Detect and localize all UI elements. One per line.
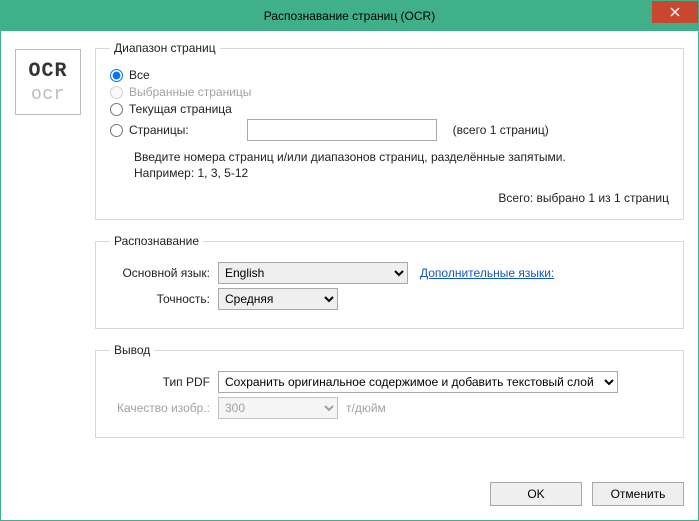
accuracy-select[interactable]: Средняя xyxy=(218,288,338,310)
quality-select: 300 xyxy=(218,397,338,419)
radio-all-label[interactable]: Все xyxy=(129,68,150,82)
cancel-button[interactable]: Отменить xyxy=(592,482,684,506)
radio-selected xyxy=(110,86,123,99)
radio-pages-label[interactable]: Страницы: xyxy=(129,123,189,137)
quality-unit: т/дюйм xyxy=(346,401,386,415)
pages-input[interactable] xyxy=(247,119,437,141)
ocr-icon: OCR ocr xyxy=(15,49,81,115)
pages-hint: Введите номера страниц и/или диапазонов … xyxy=(134,149,669,181)
recognition-group: Распознавание Основной язык: English Доп… xyxy=(95,234,684,329)
language-select[interactable]: English xyxy=(218,262,408,284)
radio-current[interactable] xyxy=(110,103,123,116)
icon-column: OCR ocr xyxy=(15,41,81,438)
close-button[interactable] xyxy=(652,1,698,23)
pdf-type-select[interactable]: Сохранить оригинальное содержимое и доба… xyxy=(218,371,618,393)
output-legend: Вывод xyxy=(110,343,154,357)
page-range-legend: Диапазон страниц xyxy=(110,41,220,55)
radio-current-label[interactable]: Текущая страница xyxy=(129,102,232,116)
accuracy-label: Точность: xyxy=(110,292,218,306)
recognition-legend: Распознавание xyxy=(110,234,203,248)
radio-all[interactable] xyxy=(110,69,123,82)
close-icon xyxy=(670,7,680,17)
dialog-content: OCR ocr Диапазон страниц Все Выбранные с… xyxy=(1,31,698,520)
pages-total-hint: (всего 1 страниц) xyxy=(453,123,549,137)
quality-label: Качество изобр.: xyxy=(110,401,218,415)
radio-pages[interactable] xyxy=(110,124,123,137)
radio-selected-label: Выбранные страницы xyxy=(129,85,251,99)
ocr-dialog: Распознавание страниц (OCR) OCR ocr Диап… xyxy=(0,0,699,521)
dialog-footer: OK Отменить xyxy=(15,474,684,506)
more-languages-link[interactable]: Дополнительные языки: xyxy=(420,266,554,280)
lang-label: Основной язык: xyxy=(110,266,218,280)
page-range-group: Диапазон страниц Все Выбранные страницы … xyxy=(95,41,684,220)
ok-button[interactable]: OK xyxy=(490,482,582,506)
dialog-title: Распознавание страниц (OCR) xyxy=(1,9,698,23)
titlebar: Распознавание страниц (OCR) xyxy=(1,1,698,31)
output-group: Вывод Тип PDF Сохранить оригинальное сод… xyxy=(95,343,684,438)
pdf-type-label: Тип PDF xyxy=(110,375,218,389)
total-selected-label: Всего: выбрано 1 из 1 страниц xyxy=(110,191,669,205)
